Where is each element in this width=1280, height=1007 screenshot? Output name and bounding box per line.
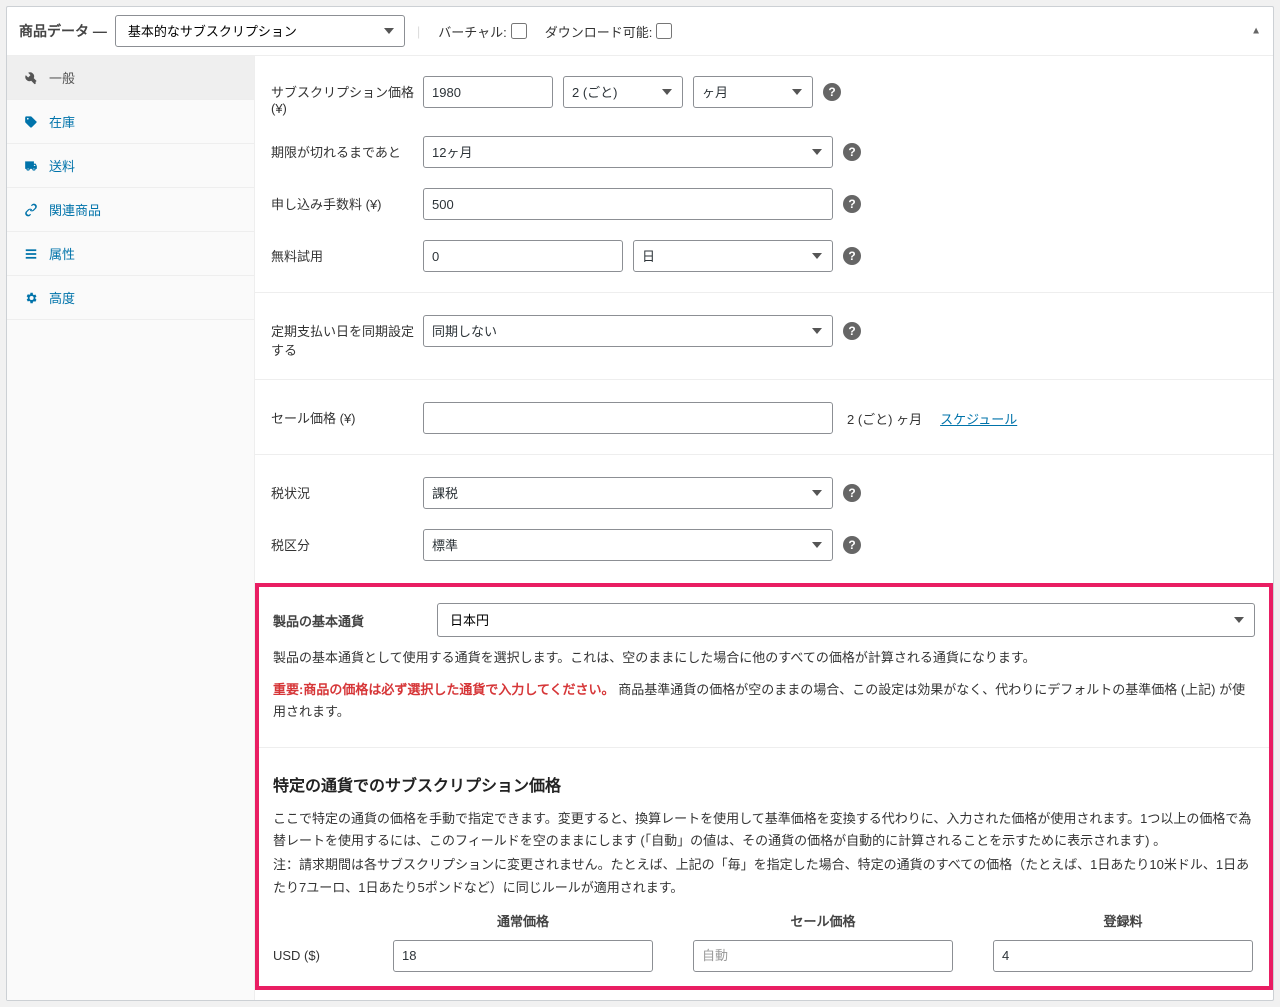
virtual-checkbox[interactable]: [511, 23, 527, 39]
tab-attributes[interactable]: 属性: [7, 232, 254, 276]
tab-inventory[interactable]: 在庫: [7, 100, 254, 144]
currency-highlight-box: 製品の基本通貨 日本円 製品の基本通貨として使用する通貨を選択します。これは、空…: [255, 583, 1273, 990]
base-currency-select[interactable]: 日本円: [437, 603, 1255, 637]
tax-status-label: 税状況: [271, 477, 423, 502]
sale-price-suffix: 2 (ごと) ヶ月: [847, 409, 922, 428]
list-icon: [23, 247, 39, 261]
tab-label: 在庫: [49, 112, 75, 131]
subscription-price-input[interactable]: [423, 76, 553, 108]
currency-row-usd: USD ($): [259, 934, 1269, 986]
tax-class-select[interactable]: 標準: [423, 529, 833, 561]
content-panel: サブスクリプション価格 (¥) 2 (ごと) ヶ月 ? 期限が切れるまであと 1…: [255, 56, 1273, 1000]
tab-label: 一般: [49, 68, 75, 87]
tab-label: 属性: [49, 244, 75, 263]
tax-status-select[interactable]: 課税: [423, 477, 833, 509]
tab-advanced[interactable]: 高度: [7, 276, 254, 320]
subscription-price-label: サブスクリプション価格 (¥): [271, 76, 423, 116]
billing-interval-select[interactable]: 2 (ごと): [563, 76, 683, 108]
tab-label: 高度: [49, 288, 75, 307]
expire-select[interactable]: 12ヶ月: [423, 136, 833, 168]
help-icon[interactable]: ?: [843, 484, 861, 502]
free-trial-label: 無料試用: [271, 240, 423, 265]
tax-class-label: 税区分: [271, 529, 423, 554]
specific-currency-desc-a: ここで特定の通貨の価格を手動で指定できます。変更すると、換算レートを使用して基準…: [273, 808, 1255, 852]
help-icon[interactable]: ?: [843, 195, 861, 213]
tab-label: 関連商品: [49, 200, 101, 219]
col-header-regular: 通常価格: [393, 911, 653, 930]
virtual-label: バーチャル:: [438, 22, 506, 41]
downloadable-field[interactable]: ダウンロード可能:: [545, 22, 673, 41]
tab-shipping[interactable]: 送料: [7, 144, 254, 188]
currency-code-label: USD ($): [273, 948, 353, 963]
cog-icon: [23, 291, 39, 305]
usd-signup-input[interactable]: [993, 940, 1253, 972]
tag-icon: [23, 115, 39, 129]
specific-currency-title: 特定の通貨でのサブスクリプション価格: [273, 772, 1255, 796]
divider: [259, 747, 1269, 748]
panel-title: 商品データ —: [19, 21, 107, 41]
warning-text: 重要:商品の価格は必ず選択した通貨で入力してください。: [273, 682, 615, 697]
sync-label: 定期支払い日を同期設定する: [271, 315, 423, 359]
col-header-sale: セール価格: [693, 911, 953, 930]
tab-label: 送料: [49, 156, 75, 175]
separator: |: [417, 24, 420, 39]
help-icon[interactable]: ?: [843, 247, 861, 265]
tab-general[interactable]: 一般: [7, 56, 254, 100]
usd-sale-input[interactable]: [693, 940, 953, 972]
base-currency-desc: 製品の基本通貨として使用する通貨を選択します。これは、空のままにした場合に他のす…: [273, 647, 1255, 669]
billing-period-select[interactable]: ヶ月: [693, 76, 813, 108]
col-header-signup: 登録料: [993, 911, 1253, 930]
product-type-select[interactable]: 基本的なサブスクリプション: [115, 15, 405, 47]
help-icon[interactable]: ?: [843, 322, 861, 340]
usd-regular-input[interactable]: [393, 940, 653, 972]
schedule-link[interactable]: スケジュール: [940, 409, 1017, 428]
help-icon[interactable]: ?: [843, 536, 861, 554]
truck-icon: [23, 159, 39, 173]
tabs-sidebar: 一般在庫送料関連商品属性高度: [7, 56, 255, 1000]
sale-price-input[interactable]: [423, 402, 833, 434]
sale-price-label: セール価格 (¥): [271, 402, 423, 427]
signup-fee-input[interactable]: [423, 188, 833, 220]
sync-select[interactable]: 同期しない: [423, 315, 833, 347]
wrench-icon: [23, 71, 39, 85]
help-icon[interactable]: ?: [823, 83, 841, 101]
free-trial-input[interactable]: [423, 240, 623, 272]
downloadable-checkbox[interactable]: [656, 23, 672, 39]
virtual-field[interactable]: バーチャル:: [438, 22, 526, 41]
signup-fee-label: 申し込み手数料 (¥): [271, 188, 423, 213]
downloadable-label: ダウンロード可能:: [545, 22, 653, 41]
base-currency-warning: 重要:商品の価格は必ず選択した通貨で入力してください。 商品基準通貨の価格が空の…: [273, 679, 1255, 723]
specific-currency-desc-b: 注：請求期間は各サブスクリプションに変更されません。たとえば、上記の「毎」を指定…: [273, 854, 1255, 898]
collapse-toggle[interactable]: ▲: [1251, 26, 1261, 37]
expire-label: 期限が切れるまであと: [271, 136, 423, 161]
tab-linked[interactable]: 関連商品: [7, 188, 254, 232]
free-trial-period-select[interactable]: 日: [633, 240, 833, 272]
base-currency-label: 製品の基本通貨: [273, 611, 425, 630]
link-icon: [23, 203, 39, 217]
help-icon[interactable]: ?: [843, 143, 861, 161]
